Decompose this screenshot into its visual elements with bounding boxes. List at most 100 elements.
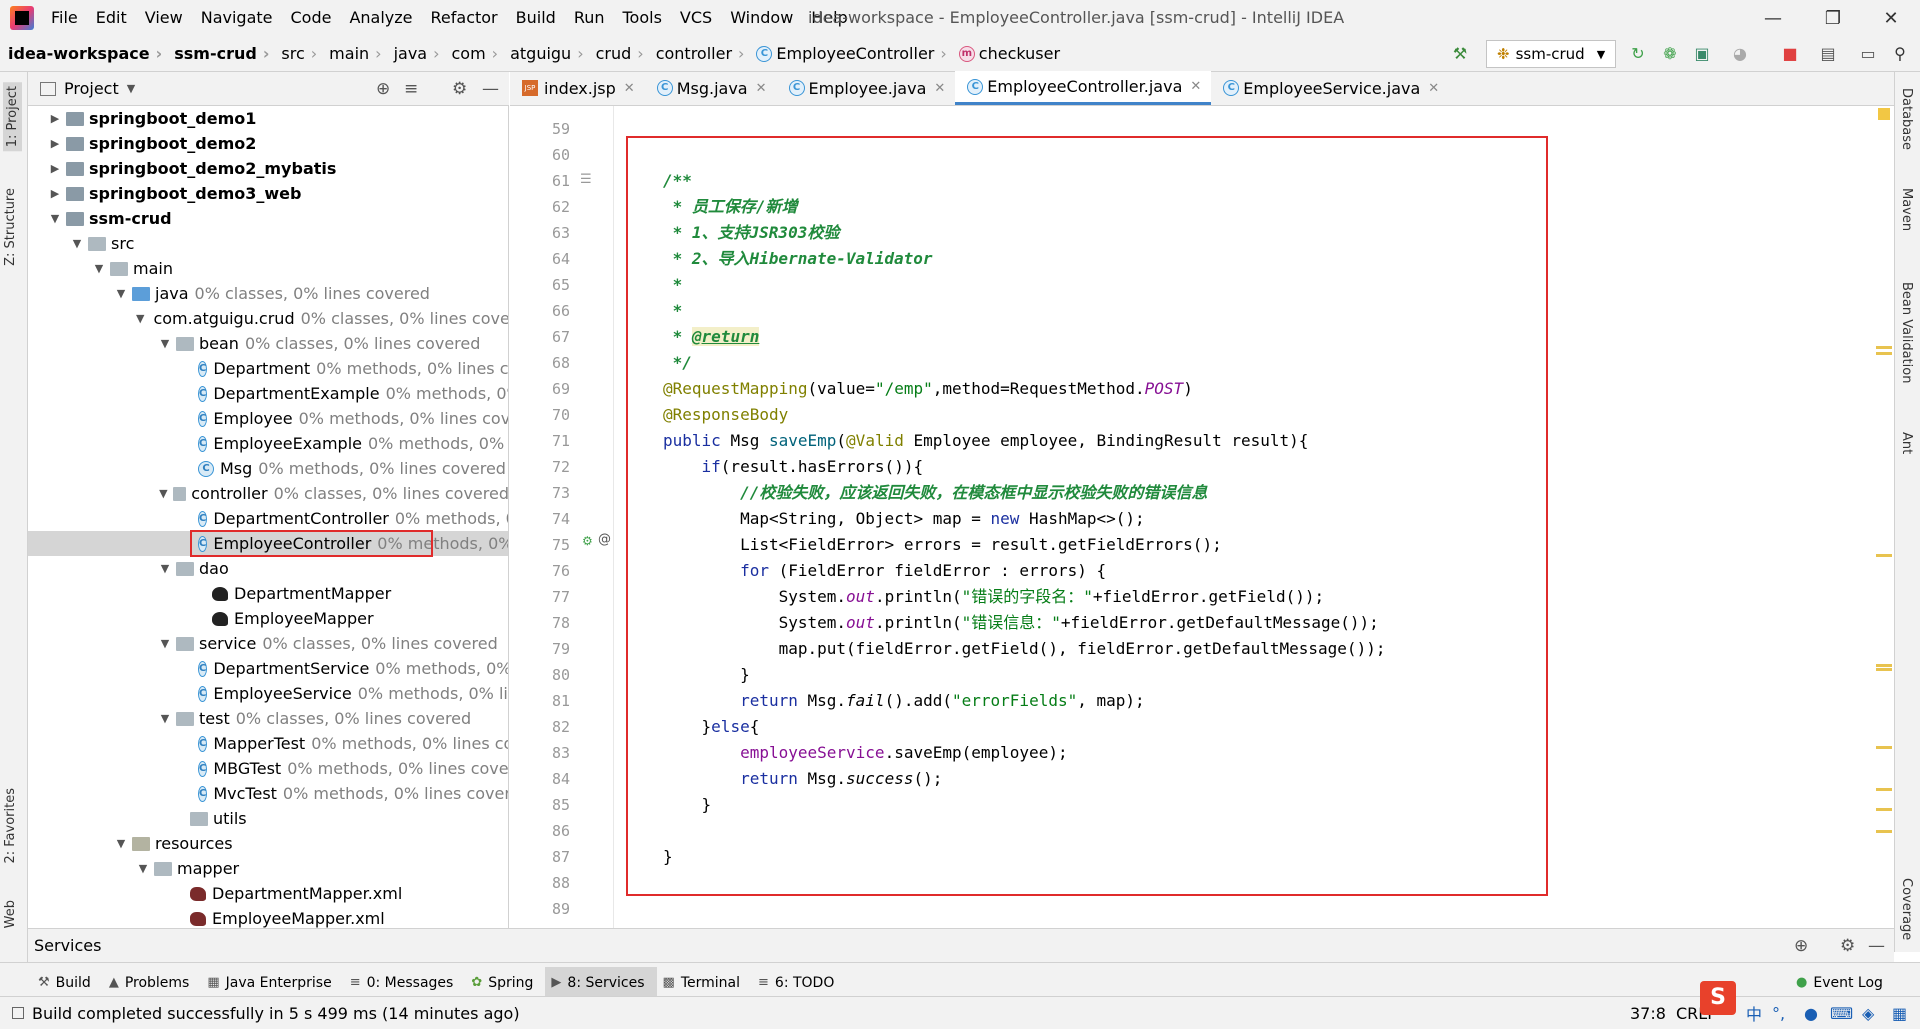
menu-build[interactable]: Build xyxy=(507,0,565,36)
tool-services[interactable]: ▶ 8: Services xyxy=(545,966,657,999)
stripe-mark[interactable] xyxy=(1876,746,1892,749)
breadcrumb-item[interactable]: main › xyxy=(321,44,385,63)
tree-item[interactable]: DepartmentMapper.xml xyxy=(28,881,508,906)
tree-item[interactable]: C EmployeeService 0% methods, 0% lines cov… xyxy=(28,681,508,706)
chevron-down-icon[interactable]: ▼ xyxy=(114,837,128,850)
close-icon[interactable]: ✕ xyxy=(1190,79,1201,94)
menu-tools[interactable]: Tools xyxy=(614,0,671,36)
close-icon[interactable]: ✕ xyxy=(624,81,635,96)
breadcrumb-item[interactable]: ssm-crud › xyxy=(166,44,273,63)
close-icon[interactable]: ✕ xyxy=(1428,81,1439,96)
toolbox-icon[interactable]: ▦ xyxy=(1892,1004,1907,1023)
breadcrumb-item[interactable]: C EmployeeController › xyxy=(748,44,950,63)
tree-item[interactable]: C MapperTest 0% methods, 0% lines covered xyxy=(28,731,508,756)
chevron-down-icon[interactable]: ▼ xyxy=(92,262,106,275)
tree-item[interactable]: ▼ test 0% classes, 0% lines covered xyxy=(28,706,508,731)
locate-icon[interactable]: ⊕ xyxy=(376,79,390,99)
tree-item[interactable]: C DepartmentExample 0% methods, 0% lines c… xyxy=(28,381,508,406)
structure-tool-tab[interactable]: Z: Structure xyxy=(3,188,18,266)
stripe-mark[interactable] xyxy=(1876,808,1892,811)
tree-item[interactable]: ▶ springboot_demo3_web xyxy=(28,181,508,206)
tree-item[interactable]: ▼ dao xyxy=(28,556,508,581)
stripe-mark[interactable] xyxy=(1876,346,1892,349)
stripe-mark[interactable] xyxy=(1876,830,1892,833)
chevron-down-icon[interactable]: ▼ xyxy=(127,82,135,95)
search-icon[interactable]: ⚲ xyxy=(1890,44,1910,64)
tool-terminal[interactable]: ▩ Terminal xyxy=(657,967,752,999)
annotation-icon[interactable]: @ xyxy=(598,532,611,547)
menu-code[interactable]: Code xyxy=(282,0,341,36)
tab-employee-java[interactable]: C Employee.java ✕ xyxy=(777,71,956,105)
chevron-right-icon[interactable]: ▶ xyxy=(48,137,62,150)
menu-analyze[interactable]: Analyze xyxy=(340,0,421,36)
tool-build[interactable]: ⚒ Build xyxy=(32,967,103,999)
tree-item[interactable]: ▶ springboot_demo2 xyxy=(28,131,508,156)
chevron-down-icon[interactable]: ▼ xyxy=(158,712,172,725)
chevron-down-icon[interactable]: ▼ xyxy=(136,862,150,875)
stripe-mark[interactable] xyxy=(1876,352,1892,355)
project-structure-icon[interactable]: ▤ xyxy=(1818,44,1838,64)
menu-view[interactable]: View xyxy=(136,0,192,36)
menu-window[interactable]: Window xyxy=(721,0,802,36)
menu-file[interactable]: File xyxy=(42,0,87,36)
menu-edit[interactable]: Edit xyxy=(87,0,136,36)
services-panel-title[interactable]: Services xyxy=(34,936,101,955)
tab-msg-java[interactable]: C Msg.java ✕ xyxy=(645,71,777,105)
tool-messages[interactable]: ≡ 0: Messages xyxy=(344,967,466,999)
maven-tool-tab[interactable]: Maven xyxy=(1899,188,1914,231)
tree-item[interactable]: ▶ springboot_demo2_mybatis xyxy=(28,156,508,181)
layout-icon[interactable]: ▭ xyxy=(1858,44,1878,64)
warning-indicator-icon[interactable] xyxy=(1878,108,1890,120)
tree-item[interactable]: C EmployeeExample 0% methods, 0% lines cov… xyxy=(28,431,508,456)
menu-run[interactable]: Run xyxy=(565,0,614,36)
tree-item[interactable]: ▼ com.atguigu.crud 0% classes, 0% lines co… xyxy=(28,306,508,331)
tree-item[interactable]: ▶ springboot_demo1 xyxy=(28,106,508,131)
tool-spring[interactable]: ✿ Spring xyxy=(465,967,545,999)
tree-item[interactable]: DepartmentMapper xyxy=(28,581,508,606)
tab-index-jsp[interactable]: JSP index.jsp ✕ xyxy=(510,71,645,105)
debug-icon[interactable]: ❁ xyxy=(1660,44,1680,64)
collapse-all-icon[interactable]: ≡ xyxy=(404,79,418,99)
coverage-run-icon[interactable]: ▣ xyxy=(1692,44,1712,64)
favorites-tool-tab[interactable]: 2: Favorites xyxy=(3,788,18,864)
rerun-icon[interactable]: ↻ xyxy=(1628,44,1648,64)
chevron-down-icon[interactable]: ▼ xyxy=(48,212,62,225)
tree-item[interactable]: C MvcTest 0% methods, 0% lines covered xyxy=(28,781,508,806)
punctuation-icon[interactable]: °, xyxy=(1772,1004,1785,1023)
hide-panel-icon[interactable]: — xyxy=(1868,936,1885,956)
run-configuration-select[interactable]: ❉ ssm-crud ▼ xyxy=(1486,40,1616,68)
close-icon[interactable]: ✕ xyxy=(756,81,767,96)
globe-icon[interactable]: ⊕ xyxy=(1794,936,1808,956)
gear-icon[interactable]: ⚙ xyxy=(1840,936,1855,956)
microphone-icon[interactable]: ● xyxy=(1804,1004,1818,1023)
tree-item[interactable]: C Msg 0% methods, 0% lines covered xyxy=(28,456,508,481)
tree-item[interactable]: EmployeeMapper.xml xyxy=(28,906,508,928)
endpoint-icon[interactable]: ⚙ xyxy=(582,534,593,548)
minimize-button[interactable]: — xyxy=(1750,0,1796,36)
profile-icon[interactable]: ◕ xyxy=(1730,44,1750,64)
database-tool-tab[interactable]: Database xyxy=(1899,88,1914,150)
keyboard-icon[interactable]: ⌨ xyxy=(1830,1004,1853,1023)
menu-vcs[interactable]: VCS xyxy=(671,0,721,36)
menu-refactor[interactable]: Refactor xyxy=(422,0,507,36)
chevron-down-icon[interactable]: ▼ xyxy=(158,337,172,350)
tree-item[interactable]: C Employee 0% methods, 0% lines covered xyxy=(28,406,508,431)
breadcrumb-item[interactable]: src › xyxy=(273,44,321,63)
close-icon[interactable]: ✕ xyxy=(934,81,945,96)
breadcrumb-item[interactable]: crud › xyxy=(588,44,648,63)
tab-employeecontroller-java[interactable]: C EmployeeController.java ✕ xyxy=(955,71,1212,105)
chevron-down-icon[interactable]: ▼ xyxy=(114,287,128,300)
tree-item[interactable]: ▼ ssm-crud xyxy=(28,206,508,231)
tree-item[interactable]: C DepartmentController 0% methods, 0% line… xyxy=(28,506,508,531)
tool-problems[interactable]: ▲ Problems xyxy=(103,967,202,999)
tree-item[interactable]: C Department 0% methods, 0% lines covered xyxy=(28,356,508,381)
chevron-down-icon[interactable]: ▼ xyxy=(158,562,172,575)
project-tool-tab[interactable]: 1: Project xyxy=(3,82,22,152)
stripe-mark[interactable] xyxy=(1876,668,1892,671)
tree-item[interactable]: C DepartmentService 0% methods, 0% lines c… xyxy=(28,656,508,681)
close-window-button[interactable]: ✕ xyxy=(1868,0,1914,36)
tree-item[interactable]: ▼ java 0% classes, 0% lines covered xyxy=(28,281,508,306)
tree-item[interactable]: ▼ mapper xyxy=(28,856,508,881)
ime-language[interactable]: 中 xyxy=(1746,1001,1762,1025)
chevron-right-icon[interactable]: ▶ xyxy=(48,112,62,125)
